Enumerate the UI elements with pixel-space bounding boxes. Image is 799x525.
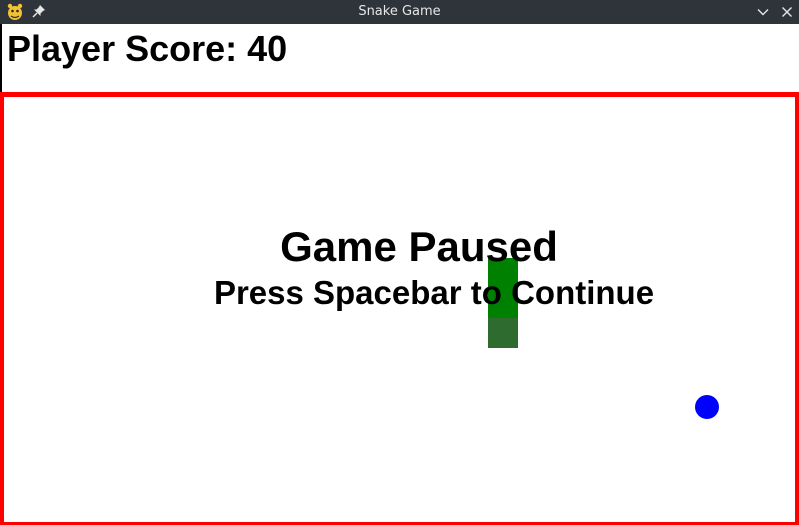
window-title: Snake Game <box>358 4 441 19</box>
game-surface[interactable]: Player Score: 40 Game Paused Press Space… <box>0 24 799 525</box>
hud-left-edge <box>0 24 2 92</box>
game-window: Snake Game Player Score: 40 Game Paused … <box>0 0 799 525</box>
player-score: Player Score: 40 <box>7 28 288 69</box>
food-pellet <box>695 395 719 419</box>
close-icon[interactable] <box>779 4 795 20</box>
pause-subtitle: Press Spacebar to Continue <box>213 274 655 311</box>
snake-tail-segment <box>488 318 518 348</box>
pause-title: Game Paused <box>280 223 558 270</box>
title-bar[interactable]: Snake Game <box>0 0 799 24</box>
chevron-down-icon[interactable] <box>755 4 771 20</box>
